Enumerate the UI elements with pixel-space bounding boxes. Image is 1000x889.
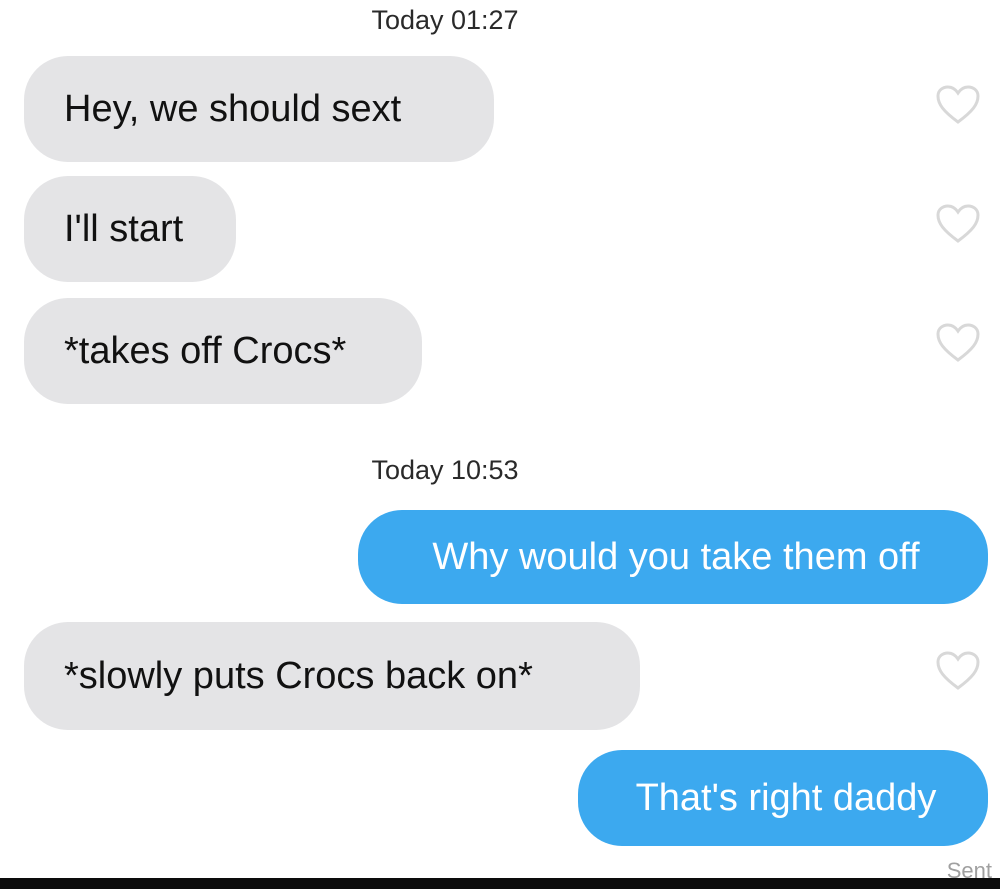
bottom-edge	[0, 878, 1000, 889]
message-text: That's right daddy	[635, 776, 937, 819]
heart-outline-icon[interactable]	[935, 650, 981, 692]
heart-outline-icon[interactable]	[935, 322, 981, 364]
heart-outline-icon[interactable]	[935, 203, 981, 245]
message-text: *slowly puts Crocs back on*	[64, 654, 533, 697]
timestamp: Today 01:27	[371, 5, 519, 35]
message-bubble-incoming[interactable]: I'll start	[24, 176, 236, 282]
message-bubble-outgoing[interactable]: That's right daddy	[578, 750, 988, 846]
chat-screen: Today 01:27 Hey, we should sext I'll sta…	[0, 0, 1000, 889]
message-bubble-incoming[interactable]: *takes off Crocs*	[24, 298, 422, 404]
timestamp: Today 10:53	[371, 455, 519, 485]
message-text: Why would you take them off	[432, 535, 920, 578]
message-text: Hey, we should sext	[64, 87, 402, 130]
message-bubble-outgoing[interactable]: Why would you take them off	[358, 510, 988, 604]
message-text: I'll start	[64, 207, 184, 250]
message-bubble-incoming[interactable]: Hey, we should sext	[24, 56, 494, 162]
heart-outline-icon[interactable]	[935, 84, 981, 126]
message-bubble-incoming[interactable]: *slowly puts Crocs back on*	[24, 622, 640, 730]
message-text: *takes off Crocs*	[64, 329, 347, 372]
